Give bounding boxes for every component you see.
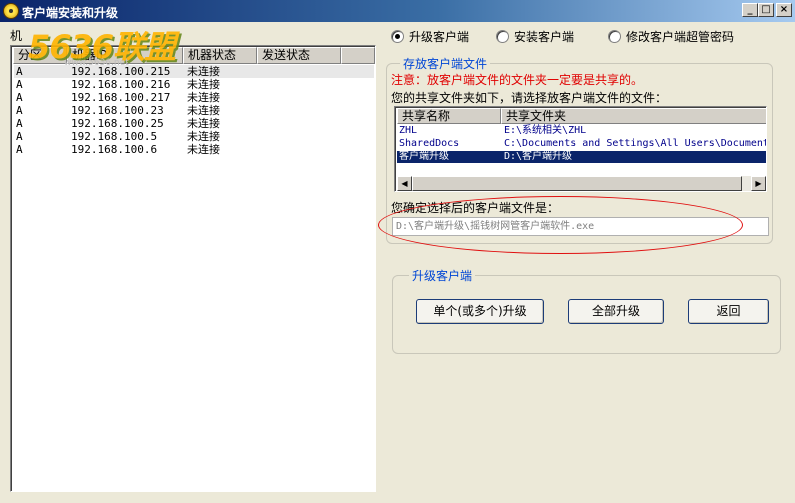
share-folder-group-title: 存放客户端文件	[400, 55, 491, 72]
row-status: 未连接	[187, 65, 220, 78]
column-header-share-name[interactable]: 共享名称	[397, 108, 501, 124]
share-name: 客户端升级	[399, 151, 449, 162]
scroll-left-icon[interactable]: ◀	[397, 176, 412, 191]
share-notice: 注意：放客户端文件的文件夹一定要是共享的。	[391, 73, 644, 87]
radio-install-client[interactable]: 安装客户端	[496, 28, 574, 44]
radio-indicator[interactable]	[608, 29, 621, 43]
row-status: 未连接	[187, 143, 220, 156]
table-row[interactable]: A 192.168.100.25 未连接	[14, 117, 374, 130]
row-zone: A	[16, 117, 23, 130]
close-button[interactable]: ×	[776, 3, 792, 17]
radio-indicator[interactable]	[391, 29, 404, 43]
table-row[interactable]: A 192.168.100.23 未连接	[14, 104, 374, 117]
table-row[interactable]: A 192.168.100.6 未连接	[14, 143, 374, 156]
table-row[interactable]: A 192.168.100.5 未连接	[14, 130, 374, 143]
row-status: 未连接	[187, 91, 220, 104]
share-folder: E:\系统相关\ZHL	[504, 125, 587, 136]
row-ip: 192.168.100.217	[71, 91, 171, 104]
radio-label: 安装客户端	[514, 29, 575, 44]
share-name: ZHL	[399, 125, 418, 136]
row-status: 未连接	[187, 130, 220, 143]
title-bar[interactable]: 客户端安装和升级 _ □ ×	[0, 0, 795, 22]
radio-label: 升级客户端	[409, 29, 470, 44]
upgrade-all-button[interactable]: 全部升级	[568, 299, 664, 324]
table-row[interactable]: A 192.168.100.216 未连接	[14, 78, 374, 91]
scroll-right-icon[interactable]: ▶	[751, 176, 766, 191]
row-status: 未连接	[187, 117, 220, 130]
row-status: 未连接	[187, 104, 220, 117]
machine-list-label: 机	[10, 29, 23, 43]
radio-indicator[interactable]	[496, 29, 509, 43]
row-zone: A	[16, 78, 23, 91]
share-folder-list[interactable]: 共享名称 共享文件夹 ZHL E:\系统相关\ZHL SharedDocs C:…	[394, 106, 767, 192]
share-name: SharedDocs	[399, 138, 460, 149]
app-icon	[3, 3, 19, 19]
row-zone: A	[16, 104, 23, 117]
list-item[interactable]: ZHL E:\系统相关\ZHL	[397, 125, 766, 137]
scrollbar-thumb[interactable]	[412, 176, 742, 191]
upgrade-client-group-title: 升级客户端	[409, 267, 476, 284]
horizontal-scrollbar[interactable]: ◀ ▶	[397, 176, 766, 191]
window-title: 客户端安装和升级	[22, 6, 119, 20]
share-list-header: 共享名称 共享文件夹	[397, 108, 766, 124]
selected-file-path[interactable]: D:\客户端升级\摇钱树网管客户端软件.exe	[392, 217, 769, 236]
row-ip: 192.168.100.6	[71, 143, 158, 156]
row-zone: A	[16, 65, 23, 78]
back-button[interactable]: 返回	[688, 299, 769, 324]
row-zone: A	[16, 143, 23, 156]
single-upgrade-button[interactable]: 单个(或多个)升级	[416, 299, 544, 324]
watermark-url: www.5636.net	[64, 58, 129, 68]
column-header-send-status[interactable]: 发送状态	[257, 47, 341, 64]
row-ip: 192.168.100.216	[71, 78, 171, 91]
share-folder: C:\Documents and Settings\All Users\Docu…	[504, 138, 767, 149]
column-header-share-folder[interactable]: 共享文件夹	[501, 108, 766, 124]
list-item-selected[interactable]: 客户端升级 D:\客户端升级	[397, 151, 766, 163]
machine-list[interactable]: 分区 机器IP 机器状态 发送状态 A 192.168.100.215 未连接 …	[10, 45, 376, 492]
row-ip: 192.168.100.25	[71, 117, 164, 130]
table-row[interactable]: A 192.168.100.217 未连接	[14, 91, 374, 104]
minimize-button[interactable]: _	[742, 3, 758, 17]
column-header-filler	[341, 47, 375, 64]
row-status: 未连接	[187, 78, 220, 91]
share-folder: D:\客户端升级	[504, 151, 573, 162]
row-ip: 192.168.100.23	[71, 104, 164, 117]
radio-label: 修改客户端超管密码	[626, 29, 735, 44]
row-zone: A	[16, 130, 23, 143]
maximize-button[interactable]: □	[758, 3, 774, 17]
radio-upgrade-client[interactable]: 升级客户端	[391, 28, 469, 44]
selected-file-prompt: 您确定选择后的客户端文件是：	[391, 201, 560, 215]
radio-change-admin-password[interactable]: 修改客户端超管密码	[608, 28, 734, 44]
share-prompt: 您的共享文件夹如下，请选择放客户端文件的文件：	[391, 91, 668, 105]
list-item[interactable]: SharedDocs C:\Documents and Settings\All…	[397, 138, 766, 150]
column-header-status[interactable]: 机器状态	[183, 47, 257, 64]
row-zone: A	[16, 91, 23, 104]
row-ip: 192.168.100.5	[71, 130, 158, 143]
